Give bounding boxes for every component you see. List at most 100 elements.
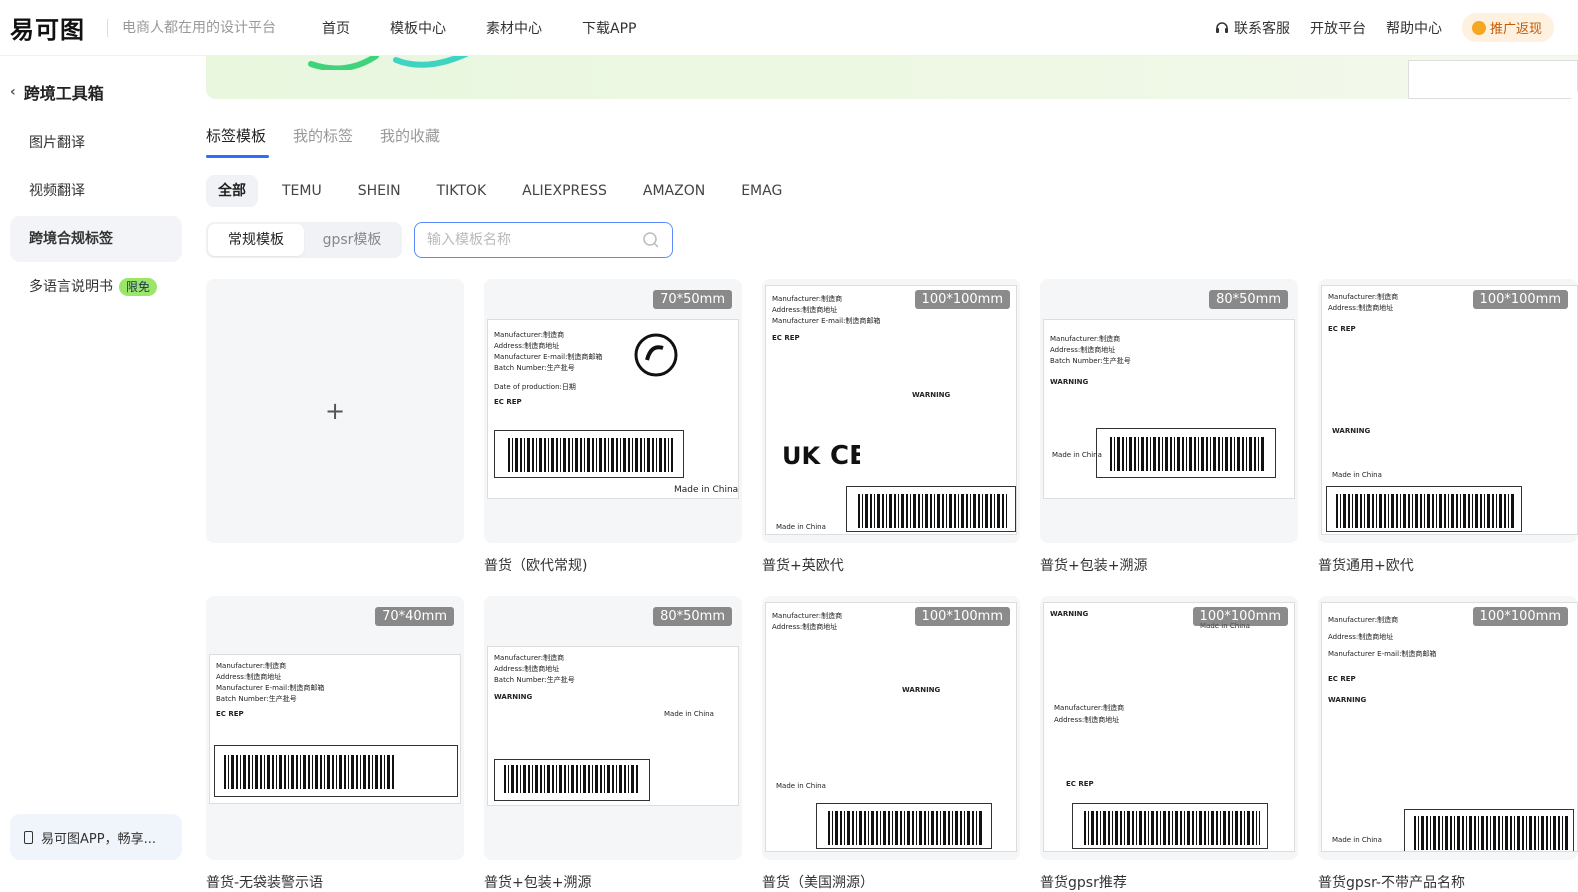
- size-badge: 70*50mm: [653, 290, 732, 309]
- support-link[interactable]: 联系客服: [1214, 18, 1290, 38]
- thumb-text: Address:制造商地址: [1050, 346, 1116, 354]
- slogan: 电商人都在用的设计平台: [107, 18, 276, 37]
- search-input[interactable]: [427, 232, 642, 248]
- thumb-text: Made in China: [664, 710, 714, 718]
- search-icon[interactable]: [642, 231, 660, 249]
- thumb-text: Made in China: [1052, 451, 1102, 459]
- platform-amazon[interactable]: AMAZON: [625, 175, 723, 207]
- nav-materials[interactable]: 素材中心: [486, 18, 542, 38]
- svg-text:CE: CE: [830, 441, 860, 471]
- sidebar-item-video-translate[interactable]: 视频翻译: [10, 168, 182, 214]
- template-card[interactable]: 80*50mm Manufacturer:制造商 Address:制造商地址 B…: [484, 596, 742, 860]
- platform-shein[interactable]: SHEIN: [340, 175, 419, 207]
- thumb-text: Manufacturer E-mail:制造商邮箱: [216, 684, 325, 692]
- recycle-icon: [634, 333, 678, 377]
- sidebar-title[interactable]: ‹ 跨境工具箱: [10, 80, 104, 104]
- card-title[interactable]: 普货（美国溯源）: [762, 872, 874, 892]
- template-card[interactable]: 80*50mm Manufacturer:制造商 Address:制造商地址 B…: [1040, 279, 1298, 543]
- thumb-text: Manufacturer:制造商: [216, 662, 287, 670]
- logo[interactable]: 易可图: [10, 10, 85, 45]
- platform-emag[interactable]: EMAG: [723, 175, 800, 207]
- template-card[interactable]: 70*50mm Manufacturer:制造商 Address:制造商地址 M…: [484, 279, 742, 543]
- top-banner[interactable]: [206, 56, 1578, 99]
- template-card[interactable]: 100*100mm Manufacturer:制造商 Address:制造商地址…: [762, 596, 1020, 860]
- nav-download-app[interactable]: 下载APP: [582, 18, 636, 38]
- promo-label: 推广返现: [1489, 22, 1542, 37]
- sidebar-item-manual-label: 多语言说明书: [29, 279, 113, 295]
- sidebar: ‹ 跨境工具箱 图片翻译 视频翻译 跨境合规标签 多语言说明书 限免 易可图APP…: [0, 56, 192, 888]
- thumb-text: Made in China: [1332, 471, 1382, 479]
- label-thumbnail: Manufacturer:制造商 Address:制造商地址 Batch Num…: [1043, 319, 1295, 499]
- regular-template-button[interactable]: 常规模板: [208, 224, 304, 256]
- sidebar-item-manual[interactable]: 多语言说明书 限免: [10, 264, 182, 310]
- sidebar-item-compliance-label[interactable]: 跨境合规标签: [10, 216, 182, 262]
- barcode-graphic: [1110, 437, 1265, 471]
- thumb-text: Made in China: [1332, 836, 1382, 844]
- create-template-card[interactable]: +: [206, 279, 464, 543]
- card-title[interactable]: 普货gpsr-不带产品名称: [1318, 872, 1465, 892]
- sidebar-item-image-translate[interactable]: 图片翻译: [10, 120, 182, 166]
- thumb-text: Manufacturer:制造商: [1054, 704, 1125, 712]
- barcode-graphic: [858, 494, 1008, 528]
- nav-templates[interactable]: 模板中心: [390, 18, 446, 38]
- size-badge: 100*100mm: [1472, 290, 1568, 309]
- chevron-left-icon[interactable]: ‹: [10, 84, 16, 100]
- app-promo-button[interactable]: 易可图APP，畅享...: [10, 814, 182, 860]
- template-card[interactable]: 100*100mm WARNING Made in China Manufact…: [1040, 596, 1298, 860]
- card-title[interactable]: 普货通用+欧代: [1318, 555, 1414, 575]
- template-type-toggle: 常规模板 gpsr模板: [206, 222, 402, 258]
- tab-my-favorites[interactable]: 我的收藏: [380, 125, 440, 158]
- thumb-text: Batch Number:生产批号: [1050, 357, 1131, 365]
- promo-button[interactable]: 推广返现: [1461, 13, 1554, 42]
- thumb-text: Manufacturer:制造商: [494, 654, 565, 662]
- platform-all[interactable]: 全部: [206, 175, 258, 207]
- phone-icon: [24, 830, 33, 844]
- thumb-text: EC REP: [772, 334, 800, 342]
- card-title[interactable]: 普货+英欧代: [762, 555, 844, 575]
- thumb-text: Date of production:日期: [494, 383, 576, 391]
- top-header: 易可图 电商人都在用的设计平台 首页 模板中心 素材中心 下载APP 联系客服 …: [0, 0, 1578, 56]
- template-card[interactable]: 100*100mm Manufacturer:制造商 Address:制造商地址…: [762, 279, 1020, 543]
- thumb-text: WARNING: [1332, 427, 1371, 435]
- banner-swirl-graphic: [308, 56, 469, 70]
- platform-tiktok[interactable]: TIKTOK: [419, 175, 505, 207]
- thumb-text: Manufacturer:制造商: [494, 331, 565, 339]
- template-card[interactable]: 70*40mm Manufacturer:制造商 Address:制造商地址 M…: [206, 596, 464, 860]
- label-thumbnail: Manufacturer:制造商 Address:制造商地址 Manufactu…: [765, 285, 1017, 535]
- card-title[interactable]: 普货+包装+溯源: [1040, 555, 1147, 575]
- size-badge: 70*40mm: [375, 607, 454, 626]
- platform-temu[interactable]: TEMU: [264, 175, 340, 207]
- size-badge: 100*100mm: [1472, 607, 1568, 626]
- thumb-text: EC REP: [494, 398, 522, 406]
- open-platform-link[interactable]: 开放平台: [1310, 18, 1366, 38]
- headset-icon: [1215, 21, 1228, 33]
- template-tabs: 标签模板 我的标签 我的收藏: [206, 125, 467, 158]
- card-title[interactable]: 普货（欧代常规): [484, 555, 587, 575]
- help-center-link[interactable]: 帮助中心: [1386, 18, 1442, 38]
- nav-home[interactable]: 首页: [322, 18, 350, 38]
- label-thumbnail: Manufacturer:制造商 Address:制造商地址 Batch Num…: [487, 646, 739, 806]
- card-title[interactable]: 普货+包装+溯源: [484, 872, 591, 892]
- thumb-text: Made in China: [776, 782, 826, 790]
- tab-my-labels[interactable]: 我的标签: [293, 125, 353, 158]
- coin-icon: [1471, 20, 1486, 35]
- label-thumbnail: Manufacturer:制造商 Address:制造商地址 WARNING M…: [765, 602, 1017, 852]
- card-title[interactable]: 普货gpsr推荐: [1040, 872, 1127, 892]
- template-card[interactable]: 100*100mm Manufacturer:制造商 Address:制造商地址…: [1318, 596, 1578, 860]
- size-badge: 100*100mm: [914, 290, 1010, 309]
- platform-aliexpress[interactable]: ALIEXPRESS: [504, 175, 625, 207]
- tab-label-templates[interactable]: 标签模板: [206, 125, 270, 158]
- gpsr-template-button[interactable]: gpsr模板: [304, 224, 400, 256]
- card-title[interactable]: 普货-无袋装警示语: [206, 872, 323, 892]
- template-card[interactable]: 100*100mm Manufacturer:制造商 Address:制造商地址…: [1318, 279, 1578, 543]
- support-label: 联系客服: [1233, 20, 1290, 37]
- thumb-text: Address:制造商地址: [494, 665, 560, 673]
- barcode-graphic: [508, 438, 673, 472]
- sidebar-title-label: 跨境工具箱: [23, 84, 104, 103]
- plus-icon: +: [324, 397, 346, 425]
- main-nav: 首页 模板中心 素材中心 下载APP: [302, 18, 656, 38]
- size-badge: 80*50mm: [1209, 290, 1288, 309]
- size-badge: 100*100mm: [914, 607, 1010, 626]
- thumb-text: Address:制造商地址: [1328, 633, 1394, 641]
- thumb-text: Manufacturer E-mail:制造商邮箱: [772, 317, 881, 325]
